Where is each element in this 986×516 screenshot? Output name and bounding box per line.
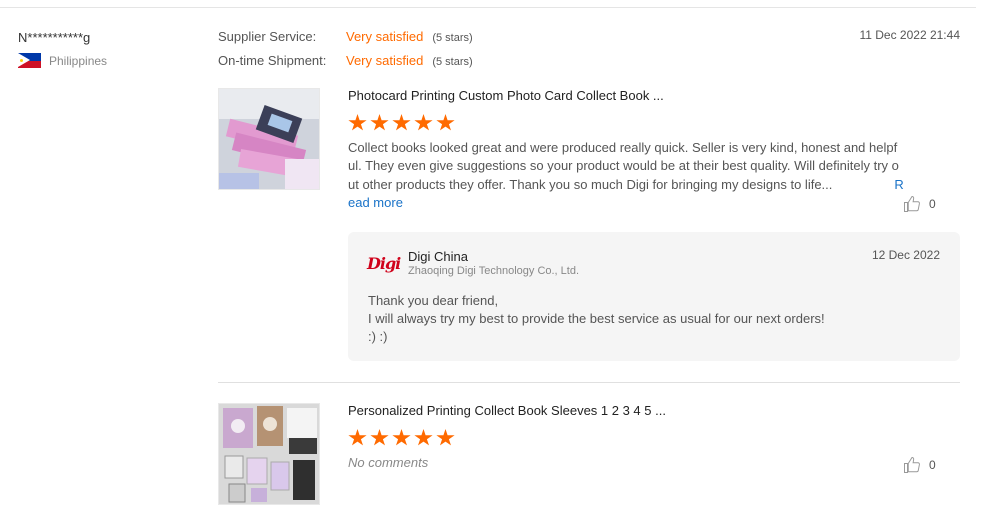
like-count: 0	[929, 458, 936, 472]
thumbs-up-icon	[904, 196, 920, 212]
like-button[interactable]: 0	[903, 195, 936, 213]
star-icon	[392, 114, 411, 131]
star-icon	[436, 114, 455, 131]
thumbs-up-icon	[904, 457, 920, 473]
no-comments-text: No comments	[348, 455, 429, 470]
star-icon	[348, 429, 367, 446]
like-button[interactable]: 0	[903, 456, 936, 474]
star-icon	[370, 114, 389, 131]
product-star-rating	[348, 114, 455, 132]
buyer-country: Philippines	[18, 53, 107, 68]
product-star-rating	[348, 429, 455, 447]
star-icon	[348, 114, 367, 131]
review-text: Collect books looked great and were prod…	[348, 139, 904, 212]
star-icon	[392, 429, 411, 446]
rating-stars-text: (5 stars)	[432, 56, 473, 68]
country-name: Philippines	[49, 53, 108, 68]
buyer-name: N***********g	[18, 30, 91, 45]
reply-line: I will always try my best to provide the…	[368, 311, 825, 326]
seller-name[interactable]: Digi China	[408, 249, 468, 264]
star-icon	[414, 114, 433, 131]
reply-line: Thank you dear friend,	[368, 293, 499, 308]
rating-stars-text: (5 stars)	[432, 32, 473, 44]
product-title-link[interactable]: Photocard Printing Custom Photo Card Col…	[348, 88, 664, 103]
product-image-collect-book-sleeves[interactable]	[218, 403, 320, 505]
rating-label: Supplier Service:	[218, 29, 317, 44]
review-date: 11 Dec 2022 21:44	[859, 28, 960, 42]
reply-text: Thank you dear friend, I will always try…	[368, 292, 825, 346]
rating-value: Very satisfied	[346, 53, 424, 68]
product-title-link[interactable]: Personalized Printing Collect Book Sleev…	[348, 403, 666, 418]
seller-logo: Digi	[367, 254, 401, 273]
product-image-photocard-book[interactable]	[218, 88, 320, 190]
entry-divider	[218, 382, 960, 383]
seller-reply: Digi Digi China Zhaoqing Digi Technology…	[348, 232, 960, 361]
rating-supplier-service: Supplier Service: Very satisfied (5 star…	[218, 29, 473, 44]
star-icon	[436, 429, 455, 446]
rating-label: On-time Shipment:	[218, 53, 327, 68]
star-icon	[414, 429, 433, 446]
top-divider	[0, 7, 976, 8]
like-count: 0	[929, 197, 936, 211]
review-body: Collect books looked great and were prod…	[348, 140, 899, 192]
star-icon	[370, 429, 389, 446]
rating-value: Very satisfied	[346, 29, 424, 44]
seller-company: Zhaoqing Digi Technology Co., Ltd.	[408, 265, 580, 277]
philippines-flag-icon	[18, 53, 41, 68]
rating-ontime-shipment: On-time Shipment: Very satisfied (5 star…	[218, 53, 473, 68]
reply-line: :) :)	[368, 329, 388, 344]
reply-date: 12 Dec 2022	[871, 248, 940, 262]
